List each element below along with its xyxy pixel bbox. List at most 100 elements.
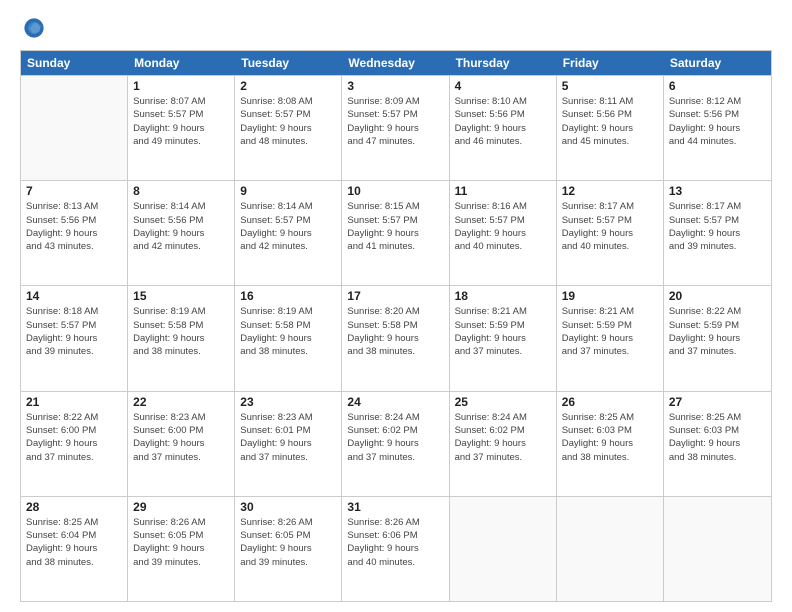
calendar-cell: 17Sunrise: 8:20 AM Sunset: 5:58 PM Dayli… [342,286,449,390]
day-info: Sunrise: 8:20 AM Sunset: 5:58 PM Dayligh… [347,305,443,358]
day-number: 2 [240,79,336,93]
day-info: Sunrise: 8:12 AM Sunset: 5:56 PM Dayligh… [669,95,766,148]
calendar-cell: 13 Sunrise: 8:17 AM Sunset: 5:57 PM Dayli… [664,181,771,285]
day-number: 28 [26,500,122,514]
calendar-header-cell: Thursday [450,51,557,75]
day-info: Sunrise: 8:25 AM Sunset: 6:03 PM Dayligh… [669,411,766,464]
calendar-cell: 1 Sunrise: 8:07 AM Sunset: 5:57 PM Daylig… [128,76,235,180]
day-number: 21 [26,395,122,409]
day-number: 7 [26,184,122,198]
day-info: Sunrise: 8:24 AM Sunset: 6:02 PM Dayligh… [455,411,551,464]
day-number: 30 [240,500,336,514]
calendar-header-cell: Wednesday [342,51,449,75]
day-info: Sunrise: 8:17 AM Sunset: 5:57 PM Dayligh… [562,200,658,253]
calendar-cell: 4 Sunrise: 8:10 AM Sunset: 5:56 PM Daylig… [450,76,557,180]
calendar-cell [21,76,128,180]
day-number: 16 [240,289,336,303]
calendar-header-cell: Saturday [664,51,771,75]
calendar-cell: 11 Sunrise: 8:16 AM Sunset: 5:57 PM Dayli… [450,181,557,285]
day-number: 1 [133,79,229,93]
day-number: 20 [669,289,766,303]
day-info: Sunrise: 8:22 AM Sunset: 6:00 PM Dayligh… [26,411,122,464]
day-info: Sunrise: 8:22 AM Sunset: 5:59 PM Dayligh… [669,305,766,358]
day-number: 19 [562,289,658,303]
day-number: 4 [455,79,551,93]
day-number: 22 [133,395,229,409]
calendar-cell [450,497,557,601]
day-number: 15 [133,289,229,303]
day-info: Sunrise: 8:23 AM Sunset: 6:01 PM Dayligh… [240,411,336,464]
calendar-cell: 25 Sunrise: 8:24 AM Sunset: 6:02 PM Dayli… [450,392,557,496]
calendar-week: 21 Sunrise: 8:22 AM Sunset: 6:00 PM Dayli… [21,391,771,496]
calendar-cell: 27 Sunrise: 8:25 AM Sunset: 6:03 PM Dayli… [664,392,771,496]
day-number: 18 [455,289,551,303]
calendar-header-cell: Sunday [21,51,128,75]
calendar-cell: 12 Sunrise: 8:17 AM Sunset: 5:57 PM Dayli… [557,181,664,285]
day-info: Sunrise: 8:21 AM Sunset: 5:59 PM Dayligh… [562,305,658,358]
day-number: 26 [562,395,658,409]
calendar-cell: 6Sunrise: 8:12 AM Sunset: 5:56 PM Daylig… [664,76,771,180]
day-info: Sunrise: 8:26 AM Sunset: 6:05 PM Dayligh… [240,516,336,569]
calendar-cell: 24Sunrise: 8:24 AM Sunset: 6:02 PM Dayli… [342,392,449,496]
calendar-cell: 28 Sunrise: 8:25 AM Sunset: 6:04 PM Dayli… [21,497,128,601]
calendar-cell: 29Sunrise: 8:26 AM Sunset: 6:05 PM Dayli… [128,497,235,601]
day-info: Sunrise: 8:08 AM Sunset: 5:57 PM Dayligh… [240,95,336,148]
calendar-week: 28 Sunrise: 8:25 AM Sunset: 6:04 PM Dayli… [21,496,771,601]
calendar-cell: 14Sunrise: 8:18 AM Sunset: 5:57 PM Dayli… [21,286,128,390]
calendar-cell: 7 Sunrise: 8:13 AM Sunset: 5:56 PM Daylig… [21,181,128,285]
calendar-cell: 16 Sunrise: 8:19 AM Sunset: 5:58 PM Dayli… [235,286,342,390]
calendar-cell: 19 Sunrise: 8:21 AM Sunset: 5:59 PM Dayli… [557,286,664,390]
day-info: Sunrise: 8:26 AM Sunset: 6:06 PM Dayligh… [347,516,443,569]
day-number: 9 [240,184,336,198]
calendar-body: 1 Sunrise: 8:07 AM Sunset: 5:57 PM Daylig… [21,75,771,601]
day-info: Sunrise: 8:16 AM Sunset: 5:57 PM Dayligh… [455,200,551,253]
day-info: Sunrise: 8:19 AM Sunset: 5:58 PM Dayligh… [240,305,336,358]
day-info: Sunrise: 8:23 AM Sunset: 6:00 PM Dayligh… [133,411,229,464]
calendar-cell: 21 Sunrise: 8:22 AM Sunset: 6:00 PM Dayli… [21,392,128,496]
day-number: 12 [562,184,658,198]
day-info: Sunrise: 8:15 AM Sunset: 5:57 PM Dayligh… [347,200,443,253]
day-info: Sunrise: 8:07 AM Sunset: 5:57 PM Dayligh… [133,95,229,148]
calendar-header-cell: Friday [557,51,664,75]
day-info: Sunrise: 8:25 AM Sunset: 6:03 PM Dayligh… [562,411,658,464]
calendar-cell: 20 Sunrise: 8:22 AM Sunset: 5:59 PM Dayli… [664,286,771,390]
calendar-header-cell: Tuesday [235,51,342,75]
day-info: Sunrise: 8:17 AM Sunset: 5:57 PM Dayligh… [669,200,766,253]
day-number: 3 [347,79,443,93]
day-info: Sunrise: 8:09 AM Sunset: 5:57 PM Dayligh… [347,95,443,148]
calendar-week: 14Sunrise: 8:18 AM Sunset: 5:57 PM Dayli… [21,285,771,390]
day-number: 8 [133,184,229,198]
calendar-cell: 23 Sunrise: 8:23 AM Sunset: 6:01 PM Dayli… [235,392,342,496]
calendar-header: SundayMondayTuesdayWednesdayThursdayFrid… [21,51,771,75]
day-info: Sunrise: 8:14 AM Sunset: 5:56 PM Dayligh… [133,200,229,253]
calendar-cell: 18Sunrise: 8:21 AM Sunset: 5:59 PM Dayli… [450,286,557,390]
calendar-cell: 10Sunrise: 8:15 AM Sunset: 5:57 PM Dayli… [342,181,449,285]
day-number: 23 [240,395,336,409]
day-info: Sunrise: 8:13 AM Sunset: 5:56 PM Dayligh… [26,200,122,253]
day-number: 11 [455,184,551,198]
day-info: Sunrise: 8:18 AM Sunset: 5:57 PM Dayligh… [26,305,122,358]
calendar-cell: 26 Sunrise: 8:25 AM Sunset: 6:03 PM Dayli… [557,392,664,496]
day-number: 24 [347,395,443,409]
day-info: Sunrise: 8:25 AM Sunset: 6:04 PM Dayligh… [26,516,122,569]
calendar-cell: 22 Sunrise: 8:23 AM Sunset: 6:00 PM Dayli… [128,392,235,496]
day-number: 13 [669,184,766,198]
day-number: 27 [669,395,766,409]
day-number: 25 [455,395,551,409]
calendar: SundayMondayTuesdayWednesdayThursdayFrid… [20,50,772,602]
header [20,16,772,40]
day-number: 31 [347,500,443,514]
day-number: 29 [133,500,229,514]
day-info: Sunrise: 8:11 AM Sunset: 5:56 PM Dayligh… [562,95,658,148]
calendar-header-cell: Monday [128,51,235,75]
calendar-cell: 15Sunrise: 8:19 AM Sunset: 5:58 PM Dayli… [128,286,235,390]
calendar-cell: 9Sunrise: 8:14 AM Sunset: 5:57 PM Daylig… [235,181,342,285]
calendar-cell [557,497,664,601]
logo [20,16,46,40]
calendar-cell: 2 Sunrise: 8:08 AM Sunset: 5:57 PM Daylig… [235,76,342,180]
day-info: Sunrise: 8:10 AM Sunset: 5:56 PM Dayligh… [455,95,551,148]
calendar-cell: 31 Sunrise: 8:26 AM Sunset: 6:06 PM Dayli… [342,497,449,601]
logo-icon [22,16,46,40]
page: SundayMondayTuesdayWednesdayThursdayFrid… [0,0,792,612]
calendar-cell: 30 Sunrise: 8:26 AM Sunset: 6:05 PM Dayli… [235,497,342,601]
